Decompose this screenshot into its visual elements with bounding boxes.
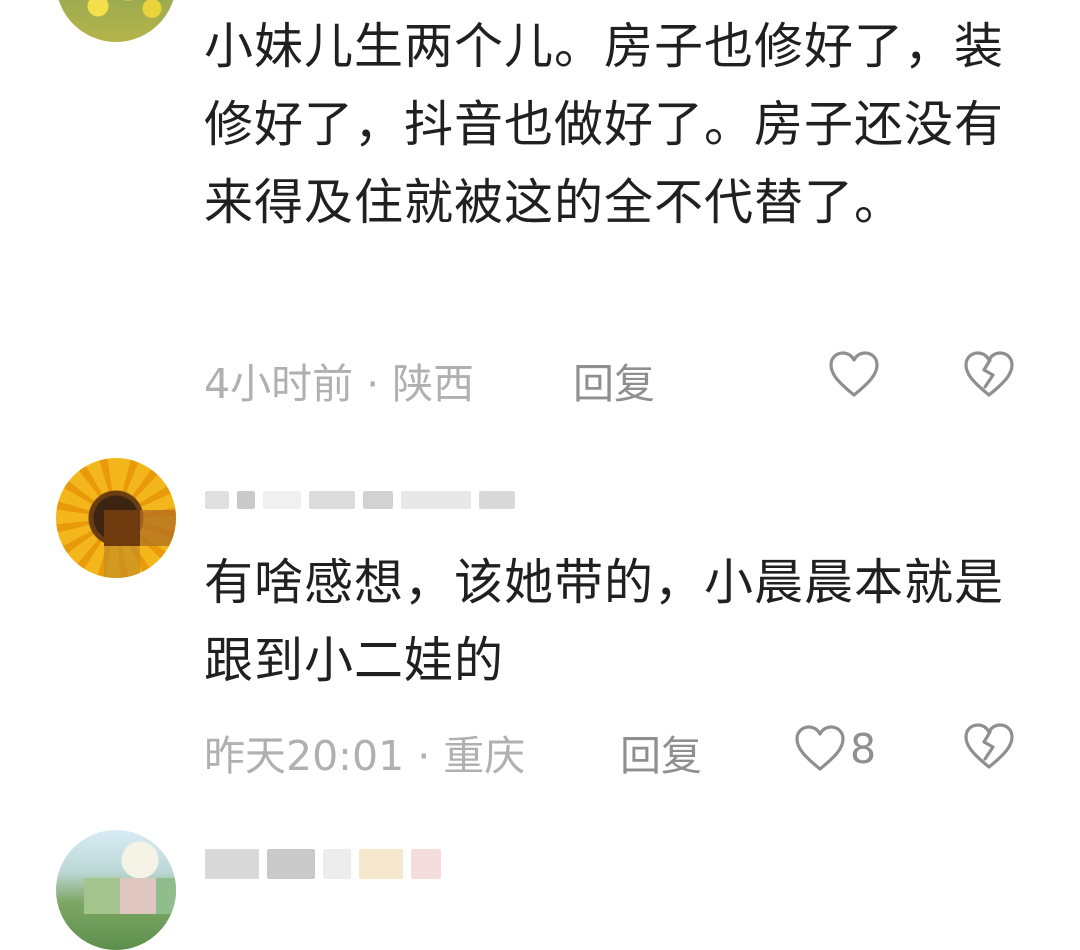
time-location: 4小时前 · 陕西 (204, 360, 475, 408)
comment-text: 小妹儿生两个儿。房子也修好了，装修好了，抖音也做好了。房子还没有来得及住就被这的… (204, 18, 1005, 231)
reply-button[interactable]: 回复 (620, 722, 702, 782)
avatar-mosaic (140, 510, 176, 546)
blur-block (267, 849, 315, 879)
username-blurred[interactable] (205, 842, 441, 886)
blur-block (263, 491, 301, 509)
broken-heart-icon (963, 722, 1015, 772)
reply-button[interactable]: 回复 (573, 350, 655, 410)
avatar-mosaic (156, 878, 176, 914)
like-count: 8 (850, 725, 877, 773)
comment-1: 小妹儿生两个儿。房子也修好了，装修好了，抖音也做好了。房子还没有来得及住就被这的… (0, 0, 1080, 430)
time-location: 昨天20:01 · 重庆 (204, 732, 526, 780)
avatar[interactable] (56, 458, 176, 578)
blur-block (363, 491, 393, 509)
blur-block (205, 849, 259, 879)
comment-3 (0, 826, 1080, 950)
avatar-mosaic (84, 878, 120, 914)
avatar-mosaic (120, 878, 156, 914)
blur-block (401, 491, 471, 509)
blur-block (323, 849, 351, 879)
like-button[interactable] (828, 350, 884, 400)
dislike-button[interactable] (963, 722, 1015, 772)
broken-heart-icon (963, 350, 1015, 400)
username-blurred[interactable] (205, 478, 515, 522)
blur-block (411, 849, 441, 879)
blur-block (359, 849, 403, 879)
comment-text: 有啥感想，该她带的，小晨晨本就是跟到小二娃的 (204, 554, 1005, 689)
blur-block (309, 491, 355, 509)
heart-outline-icon (828, 350, 880, 400)
avatar[interactable] (56, 0, 176, 42)
like-button[interactable]: 8 (794, 724, 876, 774)
heart-outline-icon (794, 724, 846, 774)
blur-block (237, 491, 255, 509)
avatar-mosaic (104, 546, 140, 578)
comment-2: 有啥感想，该她带的，小晨晨本就是跟到小二娃的 昨天20:01 · 重庆 回复 8 (0, 450, 1080, 810)
blur-block (205, 491, 229, 509)
avatar[interactable] (56, 830, 176, 950)
comment-meta: 昨天20:01 · 重庆 (204, 722, 1034, 782)
dislike-button[interactable] (963, 350, 1015, 400)
avatar-mosaic (104, 510, 140, 546)
blur-block (479, 491, 515, 509)
